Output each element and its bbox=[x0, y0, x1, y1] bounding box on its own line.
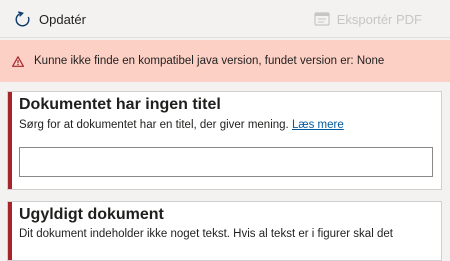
issue-title: Ugyldigt dokument bbox=[19, 206, 164, 223]
issue-title: Dokumentet har ingen titel bbox=[19, 96, 221, 113]
document-title-input[interactable] bbox=[19, 147, 433, 177]
toolbar: Opdatér Eksportér PDF bbox=[0, 0, 450, 38]
java-warning-banner: Kunne ikke finde en kompatibel java vers… bbox=[0, 40, 450, 82]
error-stripe bbox=[8, 202, 12, 260]
error-stripe bbox=[8, 92, 12, 189]
warning-message: Kunne ikke finde en kompatibel java vers… bbox=[34, 55, 385, 67]
refresh-button[interactable]: Opdatér bbox=[14, 0, 86, 38]
pdf-icon bbox=[314, 12, 330, 26]
issue-description: Sørg for at dokumentet har en titel, der… bbox=[19, 119, 344, 131]
export-pdf-button[interactable]: Eksportér PDF bbox=[314, 0, 422, 38]
issue-card-no-title: Dokumentet har ingen titel Sørg for at d… bbox=[7, 91, 442, 190]
refresh-label: Opdatér bbox=[39, 11, 86, 27]
read-more-link[interactable]: Læs mere bbox=[292, 119, 344, 131]
warning-icon bbox=[12, 55, 24, 67]
export-pdf-label: Eksportér PDF bbox=[336, 11, 422, 27]
issue-description-text: Sørg for at dokumentet har en titel, der… bbox=[19, 119, 289, 131]
refresh-icon bbox=[15, 10, 30, 26]
issue-card-invalid-document: Ugyldigt dokument Dit dokument indeholde… bbox=[7, 201, 442, 261]
issue-description: Dit dokument indeholder ikke noget tekst… bbox=[19, 228, 393, 240]
